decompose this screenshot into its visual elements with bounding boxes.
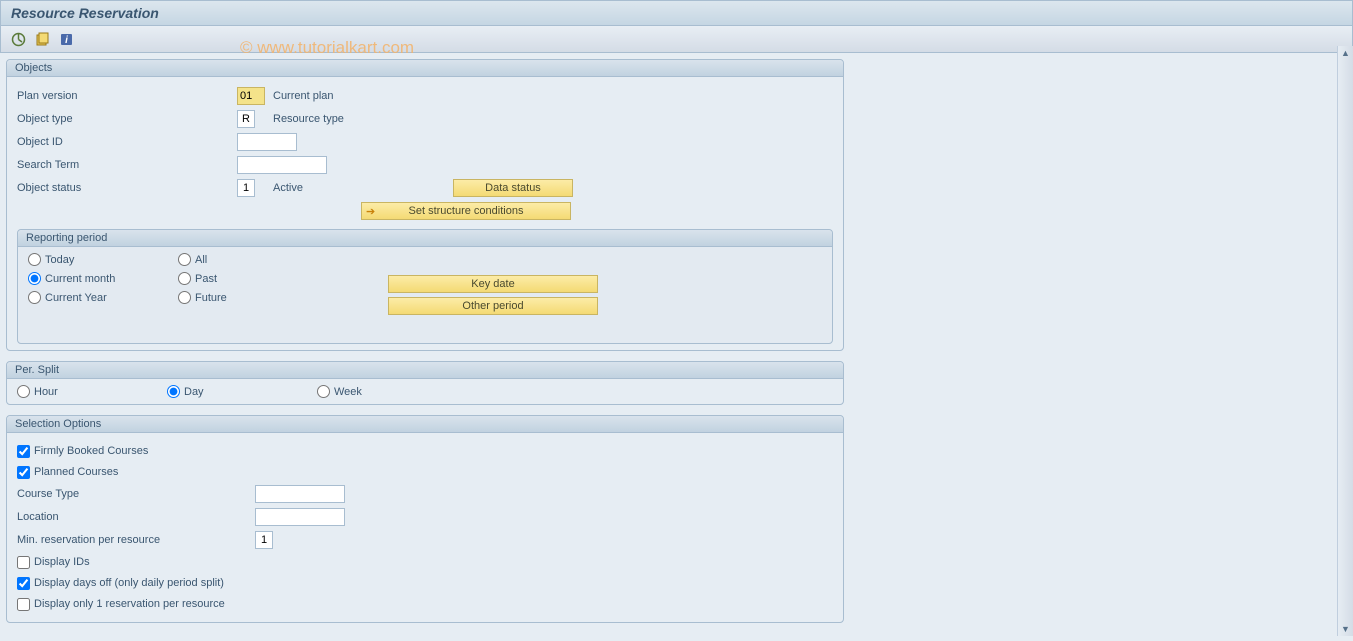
radio-future-label: Future [195, 292, 227, 304]
radio-today-label: Today [45, 254, 74, 266]
right-filler [850, 53, 1353, 641]
plan-version-label: Plan version [17, 90, 237, 102]
execute-icon[interactable] [9, 30, 27, 48]
radio-current-month[interactable]: Current month [28, 272, 178, 285]
object-status-desc: Active [273, 182, 413, 194]
main-panel: Objects Plan version Current plan Object… [0, 53, 850, 641]
set-structure-label: Set structure conditions [409, 205, 524, 217]
object-status-label: Object status [17, 182, 237, 194]
data-status-button[interactable]: Data status [453, 179, 573, 197]
page-title: Resource Reservation [0, 0, 1353, 26]
object-type-label: Object type [17, 113, 237, 125]
key-date-button[interactable]: Key date [388, 275, 598, 293]
chk-display-only-1[interactable]: Display only 1 reservation per resource [17, 598, 225, 611]
object-id-label: Object ID [17, 136, 237, 148]
vertical-scrollbar[interactable]: ▲ ▼ [1337, 46, 1353, 636]
variant-icon[interactable] [33, 30, 51, 48]
radio-past[interactable]: Past [178, 272, 328, 285]
radio-all[interactable]: All [178, 253, 328, 266]
reporting-period-title: Reporting period [18, 230, 832, 247]
reporting-period-group: Reporting period Today Current month Cur… [17, 229, 833, 344]
object-type-input[interactable] [237, 110, 255, 128]
radio-week-label: Week [334, 386, 362, 398]
search-term-label: Search Term [17, 159, 237, 171]
radio-week[interactable]: Week [317, 385, 362, 398]
info-icon[interactable]: i [57, 30, 75, 48]
radio-hour[interactable]: Hour [17, 385, 58, 398]
min-reservation-label: Min. reservation per resource [17, 534, 255, 546]
scroll-up-icon[interactable]: ▲ [1341, 48, 1350, 58]
radio-current-month-label: Current month [45, 273, 115, 285]
chk-planned-label: Planned Courses [34, 466, 118, 478]
chk-display-ids-label: Display IDs [34, 556, 90, 568]
radio-current-year-label: Current Year [45, 292, 107, 304]
scroll-down-icon[interactable]: ▼ [1341, 624, 1350, 634]
min-reservation-input[interactable] [255, 531, 273, 549]
chk-firmly-booked-label: Firmly Booked Courses [34, 445, 148, 457]
object-status-input[interactable] [237, 179, 255, 197]
chk-display-ids[interactable]: Display IDs [17, 556, 90, 569]
selection-options-group: Selection Options Firmly Booked Courses … [6, 415, 844, 623]
location-input[interactable] [255, 508, 345, 526]
radio-past-label: Past [195, 273, 217, 285]
set-structure-button[interactable]: ➔ Set structure conditions [361, 202, 571, 220]
chk-display-days-off-label: Display days off (only daily period spli… [34, 577, 224, 589]
selection-options-title: Selection Options [7, 416, 843, 433]
svg-text:i: i [65, 35, 68, 46]
search-term-input[interactable] [237, 156, 327, 174]
per-split-title: Per. Split [7, 362, 843, 379]
plan-version-input[interactable] [237, 87, 265, 105]
course-type-label: Course Type [17, 488, 255, 500]
radio-future[interactable]: Future [178, 291, 328, 304]
course-type-input[interactable] [255, 485, 345, 503]
chk-display-only-1-label: Display only 1 reservation per resource [34, 598, 225, 610]
location-label: Location [17, 511, 255, 523]
radio-all-label: All [195, 254, 207, 266]
object-type-desc: Resource type [273, 113, 344, 125]
objects-group-title: Objects [7, 60, 843, 77]
toolbar: i [0, 26, 1353, 53]
other-period-button[interactable]: Other period [388, 297, 598, 315]
radio-day-label: Day [184, 386, 204, 398]
chk-display-days-off[interactable]: Display days off (only daily period spli… [17, 577, 224, 590]
objects-group: Objects Plan version Current plan Object… [6, 59, 844, 351]
chk-planned[interactable]: Planned Courses [17, 466, 118, 479]
radio-hour-label: Hour [34, 386, 58, 398]
arrow-right-icon: ➔ [366, 205, 375, 218]
object-id-input[interactable] [237, 133, 297, 151]
per-split-group: Per. Split Hour Day Week [6, 361, 844, 405]
plan-version-desc: Current plan [273, 90, 334, 102]
radio-today[interactable]: Today [28, 253, 178, 266]
chk-firmly-booked[interactable]: Firmly Booked Courses [17, 445, 148, 458]
radio-current-year[interactable]: Current Year [28, 291, 178, 304]
radio-day[interactable]: Day [167, 385, 204, 398]
